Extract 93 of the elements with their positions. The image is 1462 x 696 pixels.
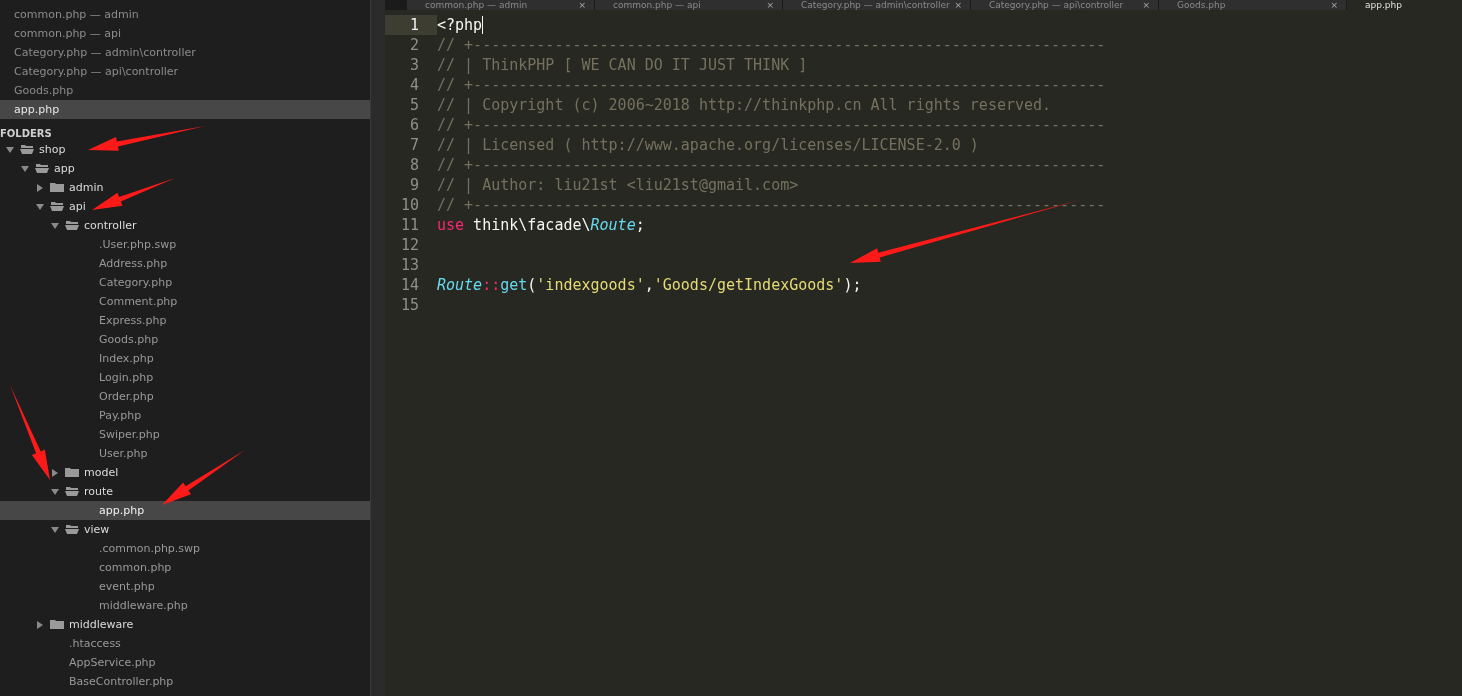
editor-tab[interactable]: Goods.php ×	[1159, 0, 1347, 10]
section-header: FOLDERS	[0, 128, 52, 139]
open-file-item[interactable]: Goods.php	[0, 81, 370, 100]
file-name[interactable]: Swiper.php	[99, 428, 160, 441]
editor-tab[interactable]: common.php — api ×	[595, 0, 783, 10]
close-icon[interactable]: ×	[766, 0, 774, 10]
file-name[interactable]: Goods.php	[99, 333, 159, 346]
file-name[interactable]: event.php	[99, 580, 155, 593]
file-name[interactable]: Index.php	[99, 352, 154, 365]
close-icon[interactable]: ×	[954, 0, 962, 10]
open-file-item[interactable]: Category.php — api\controller	[0, 62, 370, 81]
file-name[interactable]: Express.php	[99, 314, 167, 327]
file-name[interactable]: AppService.php	[69, 656, 156, 669]
line-number: 11	[399, 215, 420, 235]
collapse-triangle-icon[interactable]	[36, 202, 44, 211]
code-line: // | Licensed ( http://www.apache.org/licenses/LICENSE-2.0 )	[437, 135, 979, 155]
open-file-item[interactable]: common.php — admin	[0, 5, 370, 24]
file-name[interactable]: Login.php	[99, 371, 154, 384]
line-number: 15	[399, 295, 420, 315]
file-name[interactable]: app.php	[99, 504, 145, 517]
line-number: 7	[408, 135, 420, 155]
code-line: // +----------------------------------------------------------------------	[437, 115, 1106, 135]
line-number: 1	[385, 15, 437, 35]
code-line: <?php	[437, 15, 484, 35]
line-number: 8	[408, 155, 420, 175]
open-folder-icon	[35, 163, 49, 174]
text-cursor	[482, 16, 484, 34]
editor-tab[interactable]: Category.php — admin\controller ×	[783, 0, 971, 10]
folder-icon	[65, 467, 79, 478]
file-name[interactable]: User.php	[99, 447, 148, 460]
folder-icon	[50, 619, 64, 630]
file-name[interactable]: Comment.php	[99, 295, 178, 308]
open-folder-icon	[65, 524, 79, 535]
open-folder-icon	[20, 144, 34, 155]
line-number: 6	[408, 115, 420, 135]
open-file-item[interactable]: common.php — api	[0, 24, 370, 43]
close-icon[interactable]: ×	[1330, 0, 1338, 10]
file-name[interactable]: common.php	[99, 561, 172, 574]
line-number: 12	[399, 235, 420, 255]
folder-name[interactable]: controller	[84, 219, 137, 232]
folder-name[interactable]: model	[84, 466, 119, 479]
line-number: 10	[399, 195, 420, 215]
expand-triangle-icon[interactable]	[51, 468, 59, 477]
folder-name[interactable]: app	[54, 162, 75, 175]
file-name[interactable]: Address.php	[99, 257, 168, 270]
line-number: 5	[408, 95, 420, 115]
file-name[interactable]: .User.php.swp	[99, 238, 177, 251]
code-line: Route::get('indexgoods','Goods/getIndexGoods');	[437, 275, 862, 295]
file-name[interactable]: .htaccess	[69, 637, 121, 650]
open-folder-icon	[65, 486, 79, 497]
folder-icon	[50, 182, 64, 193]
file-name[interactable]: middleware.php	[99, 599, 188, 612]
file-name[interactable]: .common.php.swp	[99, 542, 201, 555]
code-line: // | Author: liu21st <liu21st@gmail.com>	[437, 175, 799, 195]
editor-tab[interactable]: Category.php — api\controller ×	[971, 0, 1159, 10]
folder-name[interactable]: api	[69, 200, 86, 213]
editor-tab[interactable]: common.php — admin ×	[407, 0, 595, 10]
code-line: use think\facade\Route;	[437, 215, 645, 235]
folder-name[interactable]: route	[84, 485, 114, 498]
folder-name[interactable]: shop	[39, 143, 66, 156]
code-line: // | Copyright (c) 2006~2018 http://thinkphp.cn All rights reserved.	[437, 95, 1052, 115]
code-line: // +----------------------------------------------------------------------	[437, 75, 1106, 95]
line-number: 4	[408, 75, 420, 95]
open-folder-icon	[50, 201, 64, 212]
file-name[interactable]: Category.php	[99, 276, 173, 289]
folder-name[interactable]: admin	[69, 181, 104, 194]
code-line: // | ThinkPHP [ WE CAN DO IT JUST THINK ]	[437, 55, 808, 75]
code-line: // +----------------------------------------------------------------------	[437, 195, 1106, 215]
collapse-triangle-icon[interactable]	[51, 525, 59, 534]
folder-name[interactable]: middleware	[69, 618, 134, 631]
collapse-triangle-icon[interactable]	[6, 145, 14, 154]
expand-triangle-icon[interactable]	[36, 620, 44, 629]
line-number: 13	[399, 255, 420, 275]
line-number: 3	[408, 55, 420, 75]
open-file-item[interactable]: Category.php — admin\controller	[0, 43, 370, 62]
expand-triangle-icon[interactable]	[36, 183, 44, 192]
close-icon[interactable]: ×	[1142, 0, 1150, 10]
close-icon[interactable]: ×	[578, 0, 586, 10]
folder-name[interactable]: view	[84, 523, 110, 536]
collapse-triangle-icon[interactable]	[51, 221, 59, 230]
code-line: // +----------------------------------------------------------------------	[437, 155, 1106, 175]
editor-tab[interactable]: app.php	[1347, 0, 1462, 10]
code-line: // +----------------------------------------------------------------------	[437, 35, 1106, 55]
file-name[interactable]: BaseController.php	[69, 675, 174, 688]
collapse-triangle-icon[interactable]	[21, 164, 29, 173]
line-number: 9	[408, 175, 420, 195]
file-name[interactable]: Pay.php	[99, 409, 142, 422]
line-number: 14	[399, 275, 420, 295]
file-name[interactable]: Order.php	[99, 390, 154, 403]
open-folder-icon	[65, 220, 79, 231]
line-number: 2	[408, 35, 420, 55]
open-file-item[interactable]: app.php	[0, 100, 370, 119]
collapse-triangle-icon[interactable]	[51, 487, 59, 496]
